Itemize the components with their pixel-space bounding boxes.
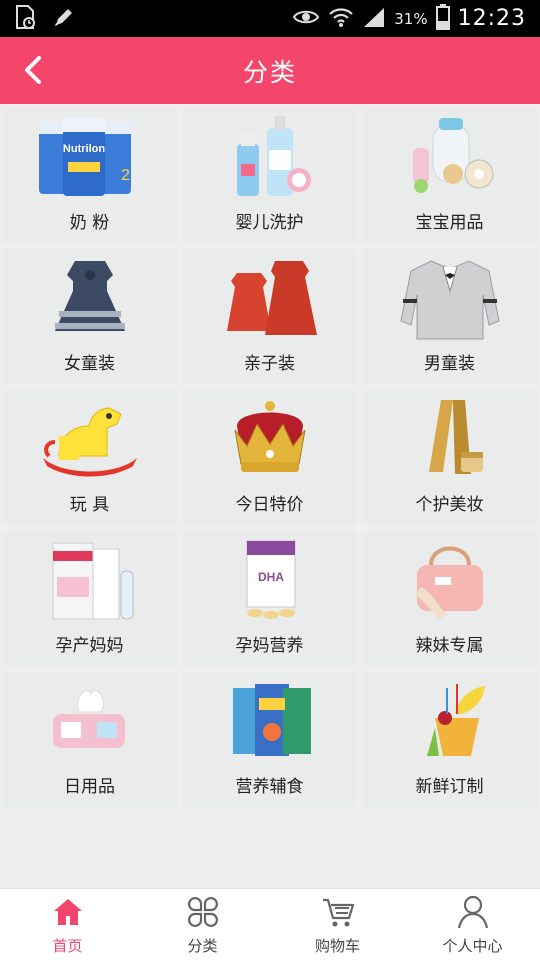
baby-food-icon xyxy=(215,676,325,766)
milk-powder-icon: Nutrilon 2 xyxy=(35,112,145,202)
category-label: 男童装 xyxy=(424,354,475,374)
category-label: 辣妹专属 xyxy=(415,636,484,656)
eye-icon xyxy=(292,8,320,30)
svg-text:Nutrilon: Nutrilon xyxy=(62,143,104,155)
category-label: 奶 粉 xyxy=(69,213,110,233)
nav-profile[interactable]: 个人中心 xyxy=(405,889,540,960)
category-girls-dress[interactable]: 女童装 xyxy=(2,249,177,384)
category-label: 新鲜订制 xyxy=(415,777,484,797)
baby-wash-icon xyxy=(215,112,325,202)
status-bar: 31% 12:23 xyxy=(0,0,540,37)
nav-category[interactable]: 分类 xyxy=(135,889,270,960)
category-label: 营养辅食 xyxy=(235,777,304,797)
category-label: 日用品 xyxy=(64,777,115,797)
category-personal-care[interactable]: 个护美妆 xyxy=(362,390,537,525)
category-label: 孕妈营养 xyxy=(235,636,304,656)
home-icon xyxy=(48,893,88,931)
category-fresh-custom[interactable]: 新鲜订制 xyxy=(362,672,537,807)
battery-percent: 31% xyxy=(394,9,428,28)
pencil-icon xyxy=(52,5,76,33)
bottom-nav: 首页 分类 购物车 个人中心 xyxy=(0,888,540,960)
category-label: 亲子装 xyxy=(244,354,295,374)
category-icon xyxy=(183,893,223,931)
header-bar: 分类 xyxy=(0,37,540,104)
girls-dress-icon xyxy=(35,253,145,343)
user-icon xyxy=(453,893,493,931)
toy-horse-icon xyxy=(35,394,145,484)
nav-label: 个人中心 xyxy=(442,937,503,955)
category-label: 宝宝用品 xyxy=(415,213,484,233)
category-toys[interactable]: 玩 具 xyxy=(2,390,177,525)
category-daily-goods[interactable]: 日用品 xyxy=(2,672,177,807)
boys-cardigan-icon xyxy=(395,253,505,343)
category-family-outfit[interactable]: 亲子装 xyxy=(182,249,357,384)
cosmetics-icon xyxy=(395,394,505,484)
category-label: 玩 具 xyxy=(69,495,110,515)
tissue-icon xyxy=(35,676,145,766)
category-label: 女童装 xyxy=(64,354,115,374)
nav-label: 分类 xyxy=(187,937,218,955)
category-label: 个护美妆 xyxy=(415,495,484,515)
nav-cart[interactable]: 购物车 xyxy=(270,889,405,960)
category-label: 今日特价 xyxy=(235,495,304,515)
svg-text:2: 2 xyxy=(121,167,130,184)
signal-icon xyxy=(362,6,386,32)
baby-supplies-icon xyxy=(395,112,505,202)
nav-home[interactable]: 首页 xyxy=(0,889,135,960)
category-baby-supplies[interactable]: 宝宝用品 xyxy=(362,108,537,243)
family-outfit-icon xyxy=(215,253,325,343)
category-baby-wash[interactable]: 婴儿洗护 xyxy=(182,108,357,243)
cart-icon xyxy=(318,893,358,931)
category-hot-mom[interactable]: 辣妹专属 xyxy=(362,531,537,666)
wifi-icon xyxy=(328,6,354,32)
svg-text:DHA: DHA xyxy=(258,570,284,584)
category-milk-powder[interactable]: Nutrilon 2 奶 粉 xyxy=(2,108,177,243)
page-title: 分类 xyxy=(242,57,297,87)
nav-label: 购物车 xyxy=(314,937,360,955)
category-daily-special[interactable]: 今日特价 xyxy=(182,390,357,525)
category-label: 孕产妈妈 xyxy=(55,636,124,656)
fresh-fruit-icon xyxy=(395,676,505,766)
back-button[interactable] xyxy=(14,51,52,89)
battery-icon xyxy=(435,3,450,34)
chevron-left-icon xyxy=(25,56,41,84)
dha-supplement-icon: DHA xyxy=(215,535,325,625)
sim-card-icon xyxy=(14,4,38,34)
nav-label: 首页 xyxy=(52,937,83,955)
clock: 12:23 xyxy=(457,6,526,31)
maternity-box-icon xyxy=(35,535,145,625)
category-boys-cardigan[interactable]: 男童装 xyxy=(362,249,537,384)
category-maternal-nutrition[interactable]: DHA 孕妈营养 xyxy=(182,531,357,666)
crown-icon xyxy=(215,394,325,484)
category-maternity[interactable]: 孕产妈妈 xyxy=(2,531,177,666)
category-label: 婴儿洗护 xyxy=(235,213,304,233)
handbag-icon xyxy=(395,535,505,625)
category-baby-food[interactable]: 营养辅食 xyxy=(182,672,357,807)
